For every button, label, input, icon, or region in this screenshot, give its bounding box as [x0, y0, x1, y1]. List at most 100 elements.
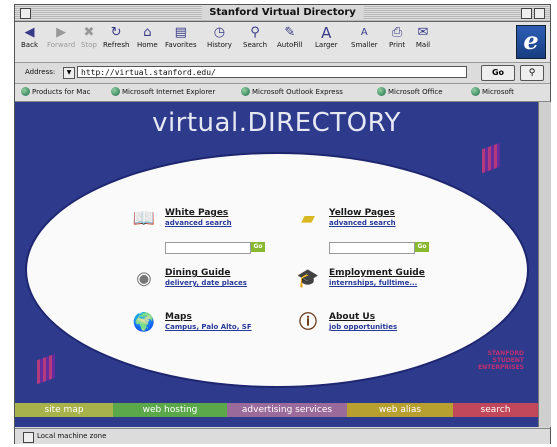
- favorite-link-outlook-express[interactable]: Microsoft Outlook Express: [241, 87, 343, 98]
- home-button[interactable]: ⌂ Home: [137, 25, 158, 50]
- favorites-label: Favorites: [165, 41, 197, 49]
- nav-web-hosting[interactable]: web hosting: [113, 403, 227, 417]
- print-label: Print: [389, 41, 406, 49]
- smaller-label: Smaller: [351, 41, 378, 49]
- favorite-link-office[interactable]: Microsoft Office: [377, 87, 443, 98]
- refresh-button[interactable]: ↻ Refresh: [103, 25, 129, 50]
- magnifier-icon[interactable]: ⚲: [520, 65, 544, 81]
- address-dropdown-icon[interactable]: ▼: [63, 67, 75, 79]
- address-bar: Address: ▼ http://virtual.stanford.edu/ …: [15, 63, 550, 84]
- stop-icon: ✖: [83, 25, 95, 40]
- mail-label: Mail: [415, 41, 431, 49]
- status-bar: Local machine zone: [15, 428, 550, 444]
- zoom-box[interactable]: [521, 8, 532, 19]
- favorite-globe-icon: [21, 87, 30, 96]
- favorite-link-products-for-mac[interactable]: Products for Mac: [21, 87, 90, 98]
- stop-label: Stop: [81, 41, 97, 49]
- about-us-subtitle[interactable]: job opportunities: [329, 323, 397, 331]
- graduation-cap-icon: 🎓: [296, 268, 320, 289]
- forward-arrow-icon: ▶: [56, 25, 67, 40]
- search-label: Search: [243, 41, 268, 49]
- decorative-grid-icon: [37, 353, 55, 385]
- decorative-grid-icon: [482, 142, 500, 174]
- about-us-title[interactable]: About Us: [329, 312, 375, 322]
- white-pages-search-input[interactable]: [165, 242, 251, 254]
- smaller-button[interactable]: A Smaller: [351, 25, 378, 50]
- dining-guide-title[interactable]: Dining Guide: [165, 268, 230, 278]
- brand-logo: STANFORD STUDENT ENTERPRISES: [478, 350, 524, 371]
- forward-label: Forward: [47, 41, 76, 49]
- yellow-book-icon: ▰: [301, 208, 315, 229]
- stop-button[interactable]: ✖ Stop: [81, 25, 97, 50]
- zone-icon: [23, 432, 34, 443]
- search-icon: ⚲: [250, 25, 260, 40]
- yellow-pages-title[interactable]: Yellow Pages: [329, 208, 395, 218]
- yellow-pages-search-input[interactable]: [329, 242, 415, 254]
- yellow-pages-advanced-search[interactable]: advanced search: [329, 219, 396, 227]
- yellow-pages-go-button[interactable]: Go: [415, 242, 429, 252]
- autofill-button[interactable]: ✎ AutoFill: [277, 25, 303, 50]
- favorite-link-internet-explorer[interactable]: Microsoft Internet Explorer: [111, 87, 215, 98]
- address-label: Address:: [25, 68, 56, 76]
- browser-window: Stanford Virtual Directory ◀ Back ▶ Forwar…: [14, 4, 551, 444]
- favorite-label: Microsoft: [482, 88, 514, 96]
- nav-web-alias[interactable]: web alias: [347, 403, 453, 417]
- search-button[interactable]: ⚲ Search: [243, 25, 267, 50]
- forward-button[interactable]: ▶ Forward: [47, 25, 75, 50]
- white-pages-advanced-search[interactable]: advanced search: [165, 219, 232, 227]
- refresh-label: Refresh: [103, 41, 130, 49]
- white-pages-title[interactable]: White Pages: [165, 208, 228, 218]
- collapse-box[interactable]: [534, 8, 545, 19]
- nav-advertising-services[interactable]: advertising services: [227, 403, 347, 417]
- address-input[interactable]: http://virtual.stanford.edu/: [77, 66, 467, 78]
- favorite-label: Microsoft Outlook Express: [252, 88, 343, 96]
- dining-guide-subtitle[interactable]: delivery, date places: [165, 279, 247, 287]
- screen: Stanford Virtual Directory ◀ Back ▶ Forwar…: [0, 0, 557, 447]
- toolbar: ◀ Back ▶ Forward ✖ Stop ↻ Refresh ⌂ Home ▤ Fav…: [15, 22, 550, 63]
- print-button[interactable]: ⎙ Print: [389, 25, 405, 50]
- maps-title[interactable]: Maps: [165, 312, 192, 322]
- info-icon: ⓘ: [299, 312, 317, 333]
- favorite-label: Microsoft Internet Explorer: [122, 88, 216, 96]
- window-title: Stanford Virtual Directory: [201, 6, 364, 20]
- history-button[interactable]: ◷ History: [207, 25, 232, 50]
- print-icon: ⎙: [391, 25, 403, 40]
- refresh-icon: ↻: [110, 25, 122, 40]
- mail-icon: ✉: [417, 25, 429, 40]
- smaller-text-icon: A: [360, 27, 368, 38]
- home-label: Home: [137, 41, 158, 49]
- page-content: virtual.DIRECTORY 📖 White Pages advanced…: [15, 102, 538, 427]
- autofill-label: AutoFill: [277, 41, 303, 49]
- favorites-button[interactable]: ▤ Favorites: [165, 25, 197, 50]
- favorite-label: Microsoft Office: [388, 88, 443, 96]
- vertical-scrollbar[interactable]: [538, 102, 551, 427]
- autofill-icon: ✎: [284, 25, 296, 40]
- go-button[interactable]: Go: [481, 65, 515, 81]
- mail-button[interactable]: ✉ Mail: [415, 25, 431, 50]
- browser-logo-icon: e: [516, 25, 546, 59]
- dining-plate-icon: ◉: [136, 268, 152, 289]
- home-icon: ⌂: [143, 25, 152, 40]
- favorite-globe-icon: [111, 87, 120, 96]
- close-box[interactable]: [20, 8, 31, 19]
- nav-search[interactable]: search: [453, 403, 538, 417]
- favorite-link-microsoft[interactable]: Microsoft: [471, 87, 514, 98]
- history-label: History: [207, 41, 232, 49]
- directory-oval: [25, 152, 529, 388]
- favorite-globe-icon: [471, 87, 480, 96]
- back-button[interactable]: ◀ Back: [21, 25, 38, 50]
- book-icon: 📖: [132, 208, 156, 229]
- favorites-icon: ▤: [174, 25, 187, 40]
- employment-guide-subtitle[interactable]: internships, fulltime...: [329, 279, 417, 287]
- title-bar[interactable]: Stanford Virtual Directory: [15, 5, 550, 22]
- nav-site-map[interactable]: site map: [15, 403, 113, 417]
- maps-subtitle[interactable]: Campus, Palo Alto, SF: [165, 323, 252, 331]
- favorite-label: Products for Mac: [32, 88, 91, 96]
- larger-button[interactable]: A Larger: [315, 25, 338, 50]
- larger-text-icon: A: [321, 24, 332, 42]
- favorites-bar: Products for Mac Microsoft Internet Expl…: [15, 84, 550, 102]
- back-arrow-icon: ◀: [24, 25, 35, 40]
- white-pages-go-button[interactable]: Go: [251, 242, 265, 252]
- favorite-globe-icon: [377, 87, 386, 96]
- employment-guide-title[interactable]: Employment Guide: [329, 268, 425, 278]
